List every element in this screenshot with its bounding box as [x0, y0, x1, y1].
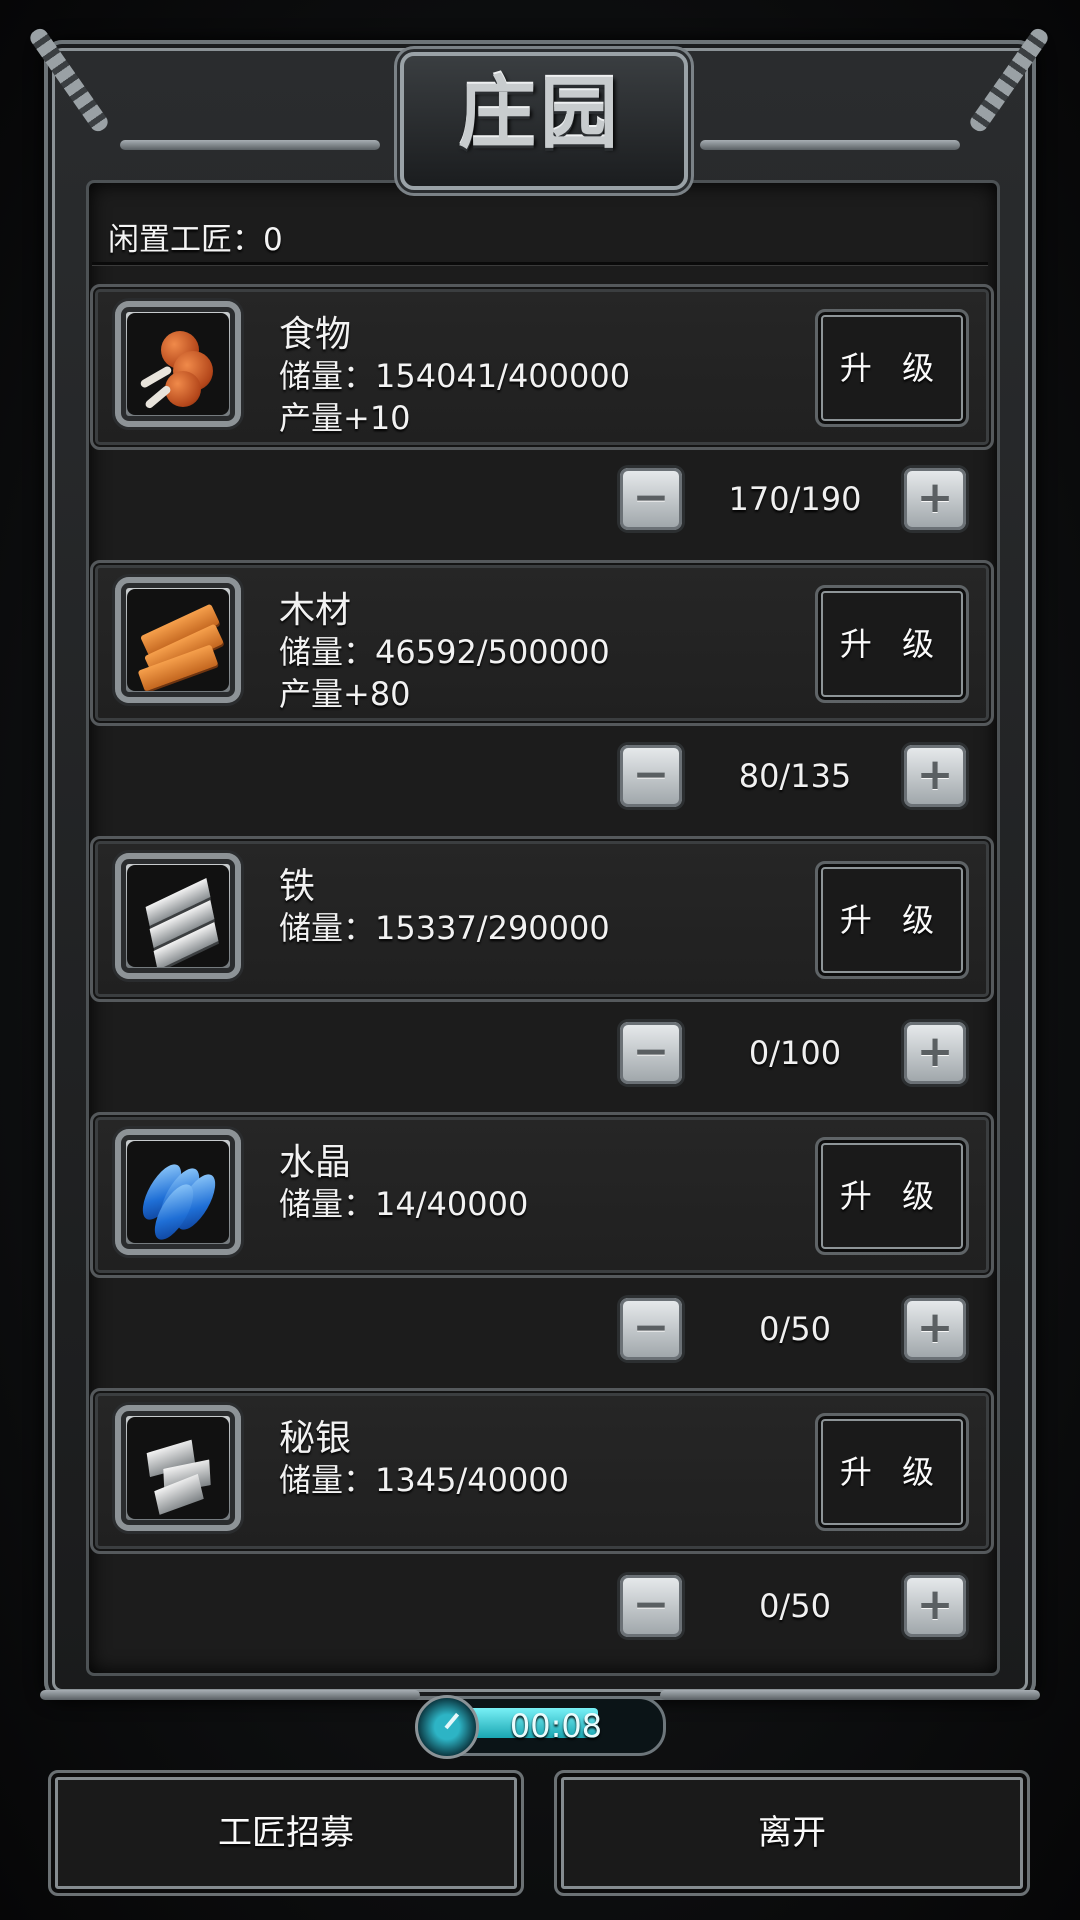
- meat-icon: [127, 313, 229, 415]
- minus-icon: −: [632, 1579, 670, 1630]
- resource-icon-frame: [115, 1129, 241, 1255]
- resource-card-crystal: 水晶 储量：14/40000 升 级: [90, 1112, 994, 1278]
- ornament-bottom-left: [40, 1690, 420, 1700]
- worker-stepper-mithril: − 0/50 +: [620, 1575, 970, 1641]
- decrease-button[interactable]: −: [620, 1298, 682, 1360]
- plus-icon: +: [916, 1026, 954, 1077]
- crystal-icon: [127, 1141, 229, 1243]
- iron-icon: [127, 865, 229, 967]
- worker-count: 170/190: [728, 480, 862, 518]
- resource-name: 秘银: [279, 1418, 352, 1459]
- resource-storage: 储量：46592/500000: [279, 633, 610, 671]
- upgrade-button-wood[interactable]: 升 级: [815, 585, 969, 703]
- worker-count: 0/100: [748, 1034, 842, 1072]
- increase-button[interactable]: +: [904, 745, 966, 807]
- resource-icon-frame: [115, 1405, 241, 1531]
- plus-icon: +: [916, 1579, 954, 1630]
- worker-count: 0/50: [759, 1587, 831, 1625]
- decrease-button[interactable]: −: [620, 1022, 682, 1084]
- resource-icon-frame: [115, 853, 241, 979]
- refresh-timer: 00:08: [415, 1695, 666, 1759]
- idle-craftsmen-label: 闲置工匠：0: [108, 222, 283, 258]
- resource-name: 铁: [279, 866, 316, 907]
- resource-production: 产量+80: [279, 675, 411, 713]
- upgrade-button-mithril[interactable]: 升 级: [815, 1413, 969, 1531]
- upgrade-button-crystal[interactable]: 升 级: [815, 1137, 969, 1255]
- resource-card-food: 食物 储量：154041/400000 产量+10 升 级: [90, 284, 994, 450]
- decrease-button[interactable]: −: [620, 745, 682, 807]
- resource-name: 水晶: [279, 1142, 352, 1183]
- worker-stepper-iron: − 0/100 +: [620, 1022, 970, 1088]
- ornament-bottom-right: [660, 1690, 1040, 1700]
- ornament-left: [120, 140, 380, 150]
- resource-card-wood: 木材 储量：46592/500000 产量+80 升 级: [90, 560, 994, 726]
- worker-stepper-wood: − 80/135 +: [620, 745, 970, 811]
- resource-icon-frame: [115, 577, 241, 703]
- page-title: 庄园: [457, 68, 622, 159]
- mithril-icon: [127, 1417, 229, 1519]
- resource-card-iron: 铁 储量：15337/290000 升 级: [90, 836, 994, 1002]
- plus-icon: +: [916, 1302, 954, 1353]
- resource-storage: 储量：14/40000: [279, 1185, 529, 1223]
- timer-text: 00:08: [509, 1707, 603, 1745]
- recruit-craftsman-button[interactable]: 工匠招募: [48, 1770, 524, 1896]
- minus-icon: −: [632, 1302, 670, 1353]
- resource-storage: 储量：15337/290000: [279, 909, 610, 947]
- upgrade-button-food[interactable]: 升 级: [815, 309, 969, 427]
- resource-icon-frame: [115, 301, 241, 427]
- increase-button[interactable]: +: [904, 1575, 966, 1637]
- clock-icon: [415, 1695, 479, 1759]
- leave-button[interactable]: 离开: [554, 1770, 1030, 1896]
- resource-card-mithril: 秘银 储量：1345/40000 升 级: [90, 1388, 994, 1554]
- worker-count: 0/50: [759, 1310, 831, 1348]
- plus-icon: +: [916, 472, 954, 523]
- resource-name: 食物: [279, 314, 352, 355]
- minus-icon: −: [632, 749, 670, 800]
- increase-button[interactable]: +: [904, 1298, 966, 1360]
- resource-storage: 储量：154041/400000: [279, 357, 631, 395]
- worker-count: 80/135: [738, 757, 852, 795]
- worker-stepper-crystal: − 0/50 +: [620, 1298, 970, 1364]
- resource-production: 产量+10: [279, 399, 411, 437]
- resource-storage: 储量：1345/40000: [279, 1461, 570, 1499]
- minus-icon: −: [632, 472, 670, 523]
- wood-icon: [127, 589, 229, 691]
- minus-icon: −: [632, 1026, 670, 1077]
- upgrade-button-iron[interactable]: 升 级: [815, 861, 969, 979]
- worker-stepper-food: − 170/190 +: [620, 468, 970, 534]
- resource-name: 木材: [279, 590, 352, 631]
- decrease-button[interactable]: −: [620, 1575, 682, 1637]
- ornament-right: [700, 140, 960, 150]
- plus-icon: +: [916, 749, 954, 800]
- increase-button[interactable]: +: [904, 1022, 966, 1084]
- divider: [92, 262, 988, 265]
- decrease-button[interactable]: −: [620, 468, 682, 530]
- increase-button[interactable]: +: [904, 468, 966, 530]
